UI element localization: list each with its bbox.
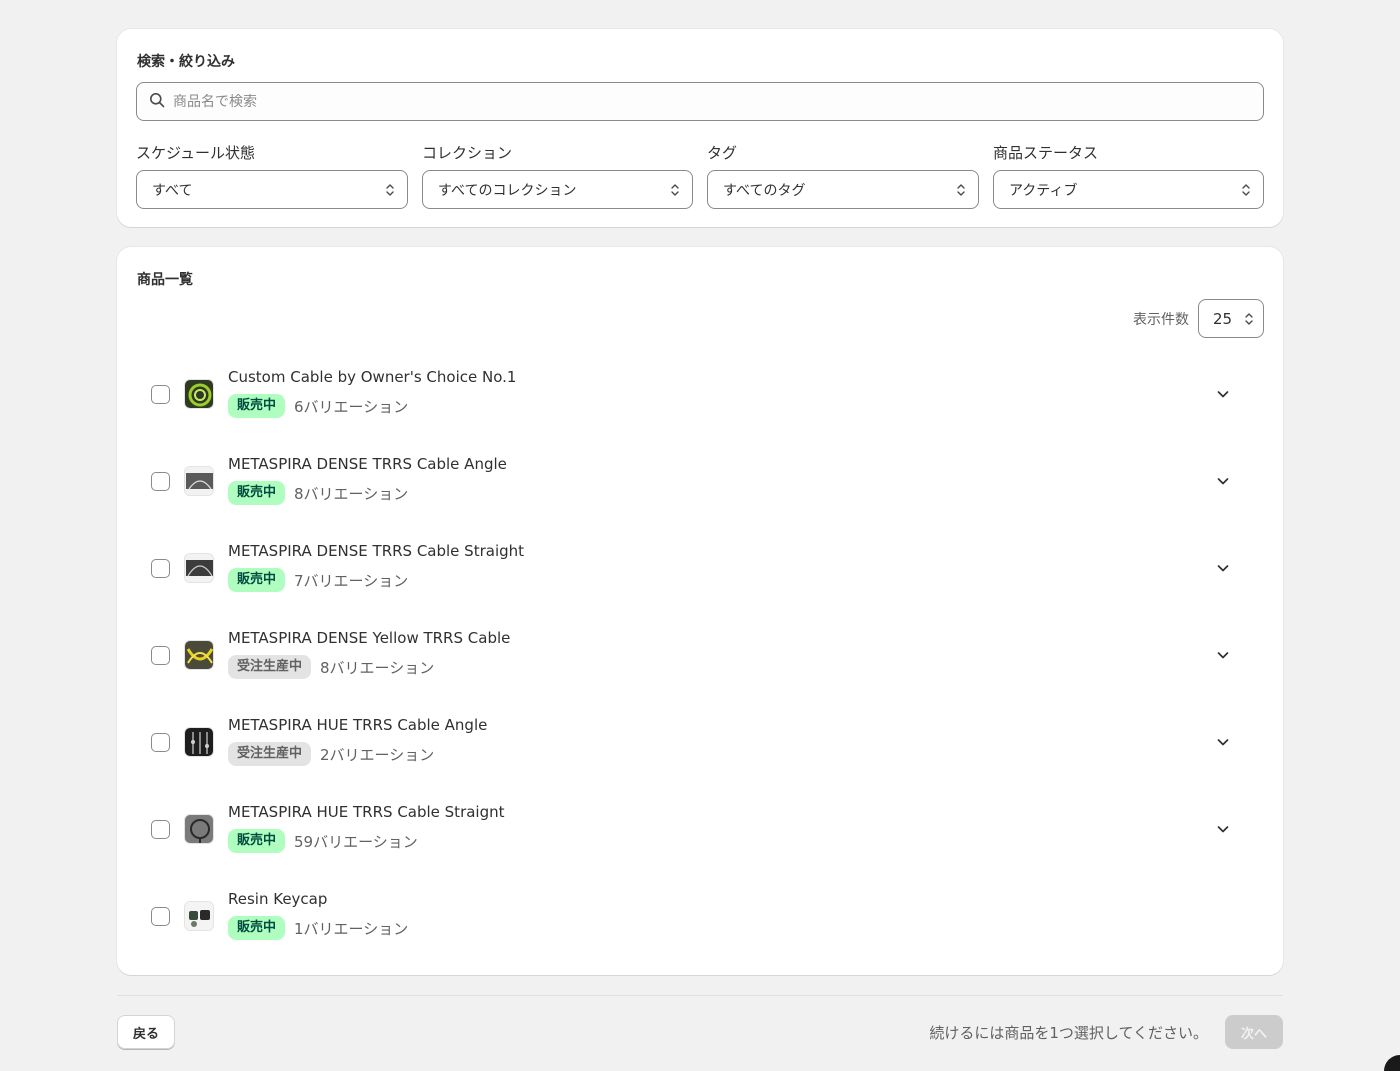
tag-select-value: すべてのタグ bbox=[723, 182, 806, 199]
product-name: METASPIRA DENSE Yellow TRRS Cable bbox=[228, 629, 511, 647]
filter-title: 検索・絞り込み bbox=[137, 54, 235, 70]
product-name: METASPIRA HUE TRRS Cable Angle bbox=[228, 716, 488, 734]
product-checkbox[interactable] bbox=[151, 385, 170, 404]
filter-collection-label: コレクション bbox=[422, 144, 513, 162]
select-updown-icon bbox=[956, 182, 966, 198]
per-page-control: 表示件数 25 bbox=[1133, 299, 1264, 338]
filter-tag-label: タグ bbox=[707, 144, 738, 162]
variation-count: 8バリエーション bbox=[320, 658, 435, 677]
product-row[interactable]: METASPIRA HUE TRRS Cable Angle 受注生産中 2バリ… bbox=[117, 705, 1283, 792]
product-name: METASPIRA DENSE TRRS Cable Angle bbox=[228, 455, 507, 473]
product-name: METASPIRA DENSE TRRS Cable Straight bbox=[228, 542, 525, 560]
status-badge: 受注生産中 bbox=[228, 655, 312, 679]
status-badge: 販売中 bbox=[228, 568, 286, 592]
product-meta: 販売中 7バリエーション bbox=[228, 568, 408, 592]
next-button[interactable]: 次へ bbox=[1225, 1015, 1283, 1049]
product-checkbox[interactable] bbox=[151, 733, 170, 752]
chevron-down-icon[interactable] bbox=[1215, 821, 1231, 837]
product-meta: 販売中 59バリエーション bbox=[228, 829, 418, 853]
select-updown-icon bbox=[1244, 311, 1254, 327]
filter-status: 商品ステータス アクティブ bbox=[993, 142, 1264, 209]
status-select-value: アクティブ bbox=[1009, 182, 1078, 199]
product-row[interactable]: METASPIRA DENSE Yellow TRRS Cable 受注生産中 … bbox=[117, 618, 1283, 705]
tag-select[interactable]: すべてのタグ bbox=[707, 170, 979, 209]
filter-tag: タグ すべてのタグ bbox=[707, 142, 979, 209]
variation-count: 8バリエーション bbox=[294, 484, 409, 503]
product-row[interactable]: METASPIRA HUE TRRS Cable Straignt 販売中 59… bbox=[117, 792, 1283, 879]
product-meta: 販売中 6バリエーション bbox=[228, 394, 408, 418]
collection-select-value: すべてのコレクション bbox=[438, 182, 577, 199]
variation-count: 59バリエーション bbox=[294, 832, 418, 851]
product-checkbox[interactable] bbox=[151, 907, 170, 926]
schedule-select[interactable]: すべて bbox=[136, 170, 408, 209]
select-updown-icon bbox=[670, 182, 680, 198]
product-meta: 受注生産中 2バリエーション bbox=[228, 742, 434, 766]
status-badge: 受注生産中 bbox=[228, 742, 312, 766]
chevron-down-icon[interactable] bbox=[1215, 473, 1231, 489]
status-badge: 販売中 bbox=[228, 916, 286, 940]
status-badge: 販売中 bbox=[228, 481, 286, 505]
per-page-label: 表示件数 bbox=[1133, 311, 1189, 328]
product-checkbox[interactable] bbox=[151, 559, 170, 578]
product-row[interactable]: Custom Cable by Owner's Choice No.1 販売中 … bbox=[117, 357, 1283, 444]
product-name: METASPIRA HUE TRRS Cable Straignt bbox=[228, 803, 505, 821]
product-row[interactable]: Resin Keycap 販売中 1バリエーション bbox=[117, 879, 1283, 966]
schedule-select-value: すべて bbox=[152, 182, 193, 199]
variation-count: 2バリエーション bbox=[320, 745, 435, 764]
search-input[interactable] bbox=[173, 93, 1253, 110]
product-meta: 販売中 8バリエーション bbox=[228, 481, 408, 505]
chevron-down-icon[interactable] bbox=[1215, 560, 1231, 576]
window-corner bbox=[1384, 1055, 1400, 1071]
select-updown-icon bbox=[385, 182, 395, 198]
product-row[interactable]: METASPIRA DENSE TRRS Cable Angle 販売中 8バリ… bbox=[117, 444, 1283, 531]
product-thumbnail bbox=[184, 814, 214, 844]
product-checkbox[interactable] bbox=[151, 646, 170, 665]
filter-schedule: スケジュール状態 すべて bbox=[136, 142, 408, 209]
search-icon bbox=[149, 92, 165, 112]
selection-hint: 続けるには商品を1つ選択してください。 bbox=[929, 1024, 1208, 1042]
collection-select[interactable]: すべてのコレクション bbox=[422, 170, 693, 209]
select-updown-icon bbox=[1241, 182, 1251, 198]
product-name: Custom Cable by Owner's Choice No.1 bbox=[228, 368, 517, 386]
filter-status-label: 商品ステータス bbox=[993, 144, 1099, 162]
product-thumbnail bbox=[184, 901, 214, 931]
product-row[interactable]: METASPIRA DENSE TRRS Cable Straight 販売中 … bbox=[117, 531, 1283, 618]
product-meta: 販売中 1バリエーション bbox=[228, 916, 408, 940]
variation-count: 6バリエーション bbox=[294, 397, 409, 416]
status-select[interactable]: アクティブ bbox=[993, 170, 1264, 209]
product-list-card: 商品一覧 表示件数 25 Custom Cable by Owner's Cho… bbox=[117, 247, 1283, 975]
product-name: Resin Keycap bbox=[228, 890, 328, 908]
product-thumbnail bbox=[184, 379, 214, 409]
product-list-title: 商品一覧 bbox=[137, 272, 193, 288]
variation-count: 1バリエーション bbox=[294, 919, 409, 938]
footer-divider bbox=[117, 995, 1283, 996]
chevron-down-icon[interactable] bbox=[1215, 386, 1231, 402]
chevron-down-icon[interactable] bbox=[1215, 647, 1231, 663]
product-checkbox[interactable] bbox=[151, 472, 170, 491]
filter-collection: コレクション すべてのコレクション bbox=[422, 142, 693, 209]
product-thumbnail bbox=[184, 466, 214, 496]
chevron-down-icon[interactable] bbox=[1215, 734, 1231, 750]
variation-count: 7バリエーション bbox=[294, 571, 409, 590]
product-thumbnail bbox=[184, 727, 214, 757]
per-page-select[interactable]: 25 bbox=[1198, 299, 1264, 338]
search-box[interactable] bbox=[136, 82, 1264, 121]
status-badge: 販売中 bbox=[228, 829, 286, 853]
product-checkbox[interactable] bbox=[151, 820, 170, 839]
filter-schedule-label: スケジュール状態 bbox=[136, 144, 255, 162]
page: 検索・絞り込み スケジュール状態 すべて コレクション すべてのコレクション bbox=[0, 0, 1400, 1071]
status-badge: 販売中 bbox=[228, 394, 286, 418]
product-meta: 受注生産中 8バリエーション bbox=[228, 655, 434, 679]
per-page-value: 25 bbox=[1213, 309, 1233, 328]
back-button[interactable]: 戻る bbox=[117, 1015, 175, 1049]
filter-card: 検索・絞り込み スケジュール状態 すべて コレクション すべてのコレクション bbox=[117, 29, 1283, 227]
product-thumbnail bbox=[184, 553, 214, 583]
product-thumbnail bbox=[184, 640, 214, 670]
